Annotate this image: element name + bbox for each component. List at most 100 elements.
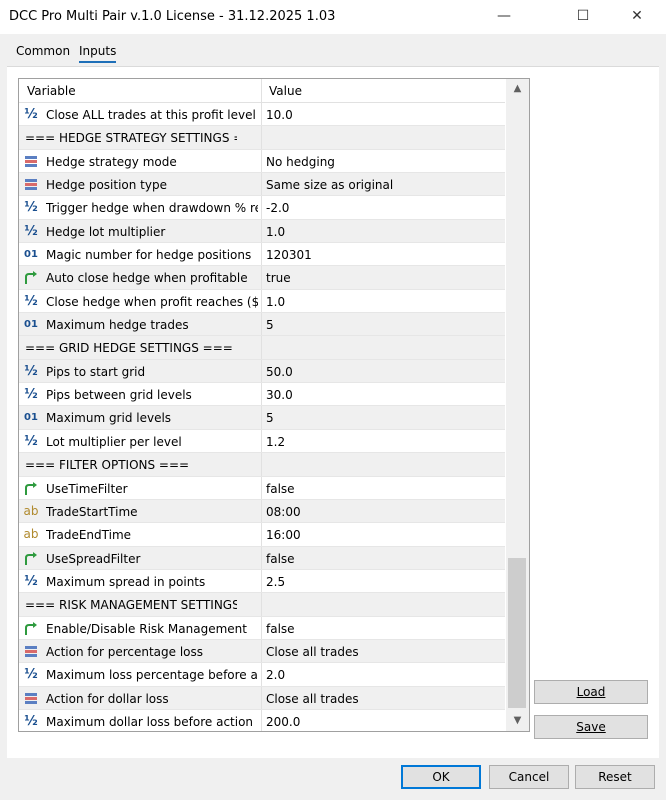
boolean-arrow-icon [23, 551, 39, 566]
boolean-arrow-icon [23, 621, 39, 636]
ok-button[interactable]: OK [401, 765, 481, 789]
variable-value[interactable]: Close all trades [266, 692, 359, 706]
variable-name: Action for dollar loss [46, 691, 169, 706]
input-row[interactable]: ½ Lot multiplier per level 1.2 [19, 429, 505, 454]
variable-value[interactable]: 2.0 [266, 668, 285, 682]
scroll-thumb[interactable] [508, 558, 526, 708]
input-row[interactable]: Hedge strategy mode No hedging [19, 149, 505, 174]
variable-name: TradeStartTime [46, 504, 138, 519]
column-divider [261, 219, 262, 243]
input-row[interactable]: 01 Maximum grid levels 5 [19, 406, 505, 430]
minimize-button[interactable]: — [481, 0, 527, 32]
section-header-row[interactable]: === GRID HEDGE SETTINGS === [19, 336, 505, 360]
tab-inputs[interactable]: Inputs [79, 44, 117, 63]
variable-value[interactable]: 1.0 [266, 295, 285, 309]
variable-value[interactable]: 08:00 [266, 505, 301, 519]
input-row[interactable]: ½ Maximum loss percentage before acti... 2… [19, 663, 505, 687]
input-row[interactable]: ½ Trigger hedge when drawdown % re... -2.0 [19, 196, 505, 220]
fraction-icon: ½ [24, 573, 38, 589]
tab-common[interactable]: Common [16, 44, 70, 58]
column-divider [261, 383, 262, 406]
input-row[interactable]: Hedge position type Same size as original [19, 173, 505, 197]
enum-list-icon [23, 691, 39, 706]
column-divider[interactable] [261, 79, 262, 102]
variable-name: Maximum hedge trades [46, 318, 189, 333]
section-header-row[interactable]: === RISK MANAGEMENT SETTINGS === [19, 593, 505, 617]
column-divider [261, 149, 262, 173]
input-row[interactable]: Auto close hedge when profitable true [19, 266, 505, 290]
variable-name: TradeEndTime [46, 528, 132, 543]
variable-name: === GRID HEDGE SETTINGS === [25, 341, 233, 356]
input-row[interactable]: Action for dollar loss Close all trades [19, 686, 505, 710]
variable-name: Trigger hedge when drawdown % re... [46, 201, 258, 216]
variable-name: Pips to start grid [46, 364, 146, 379]
input-row[interactable]: ½ Maximum spread in points 2.5 [19, 569, 505, 594]
input-row[interactable]: ½ Close ALL trades at this profit level 10… [19, 103, 505, 127]
scroll-down-arrow-icon[interactable]: ▼ [506, 711, 529, 731]
variable-value[interactable]: No hedging [266, 155, 335, 169]
input-row[interactable]: ½ Close hedge when profit reaches ($) 1.0 [19, 289, 505, 314]
load-button-label: Load [576, 685, 606, 699]
variable-value[interactable]: 200.0 [266, 715, 300, 729]
input-row[interactable]: ½ Maximum dollar loss before action 200.0 [19, 709, 505, 731]
maximize-button[interactable]: ☐ [560, 0, 606, 32]
column-divider [261, 196, 262, 219]
section-header-row[interactable]: === HEDGE STRATEGY SETTINGS === [19, 126, 505, 150]
input-row[interactable]: Enable/Disable Risk Management false [19, 616, 505, 640]
variable-value[interactable]: Close all trades [266, 645, 359, 659]
column-divider [261, 639, 262, 663]
variable-value[interactable]: 30.0 [266, 388, 293, 402]
variable-value[interactable]: 5 [266, 318, 274, 332]
variable-value[interactable]: 16:00 [266, 528, 301, 542]
input-row[interactable]: Action for percentage loss Close all trad… [19, 639, 505, 664]
input-row[interactable]: ab TradeEndTime 16:00 [19, 523, 505, 547]
variable-value[interactable]: 120301 [266, 248, 312, 262]
inputs-grid: Variable Value ½ Close ALL trades at this… [18, 78, 530, 732]
column-divider [261, 266, 262, 289]
column-header-variable[interactable]: Variable [27, 84, 76, 98]
input-row[interactable]: UseSpreadFilter false [19, 546, 505, 570]
column-divider [261, 313, 262, 336]
input-row[interactable]: 01 Magic number for hedge positions 120301 [19, 243, 505, 267]
string-icon: ab [23, 503, 39, 518]
section-header-row[interactable]: === FILTER OPTIONS === [19, 453, 505, 477]
variable-value[interactable]: false [266, 552, 295, 566]
fraction-icon: ½ [24, 200, 38, 216]
variable-value[interactable]: -2.0 [266, 201, 289, 215]
input-row[interactable]: UseTimeFilter false [19, 476, 505, 500]
input-row[interactable]: ½ Hedge lot multiplier 1.0 [19, 219, 505, 244]
input-row[interactable]: 01 Maximum hedge trades 5 [19, 313, 505, 337]
input-row[interactable]: ab TradeStartTime 08:00 [19, 499, 505, 524]
fraction-icon: ½ [24, 433, 38, 449]
column-header-value[interactable]: Value [269, 84, 302, 98]
variable-value[interactable]: Same size as original [266, 178, 393, 192]
scroll-up-arrow-icon[interactable]: ▲ [506, 79, 529, 99]
close-button[interactable]: ✕ [614, 0, 660, 32]
variable-value[interactable]: 2.5 [266, 575, 285, 589]
input-row[interactable]: ½ Pips to start grid 50.0 [19, 359, 505, 384]
window-title: DCC Pro Multi Pair v.1.0 License - 31.12… [9, 9, 336, 24]
grid-rows: ½ Close ALL trades at this profit level 10… [19, 103, 505, 731]
reset-button[interactable]: Reset [575, 765, 655, 789]
save-button-label: Save [576, 720, 606, 734]
variable-value[interactable]: 5 [266, 411, 274, 425]
variable-value[interactable]: 50.0 [266, 365, 293, 379]
string-icon: ab [23, 527, 39, 542]
variable-value[interactable]: false [266, 482, 295, 496]
variable-value[interactable]: 10.0 [266, 108, 293, 122]
variable-value[interactable]: true [266, 271, 291, 285]
variable-value[interactable]: false [266, 622, 295, 636]
column-divider [261, 476, 262, 499]
boolean-arrow-icon [23, 481, 39, 496]
save-button[interactable]: Save [534, 715, 648, 739]
column-divider [261, 406, 262, 429]
boolean-arrow-icon [23, 270, 39, 285]
variable-value[interactable]: 1.2 [266, 435, 285, 449]
load-button[interactable]: Load [534, 680, 648, 704]
input-row[interactable]: ½ Pips between grid levels 30.0 [19, 383, 505, 407]
variable-name: === HEDGE STRATEGY SETTINGS === [25, 131, 237, 146]
cancel-button[interactable]: Cancel [489, 765, 569, 789]
variable-value[interactable]: 1.0 [266, 225, 285, 239]
variable-name: Magic number for hedge positions [46, 248, 252, 263]
vertical-scrollbar[interactable]: ▲ ▼ [506, 79, 529, 731]
